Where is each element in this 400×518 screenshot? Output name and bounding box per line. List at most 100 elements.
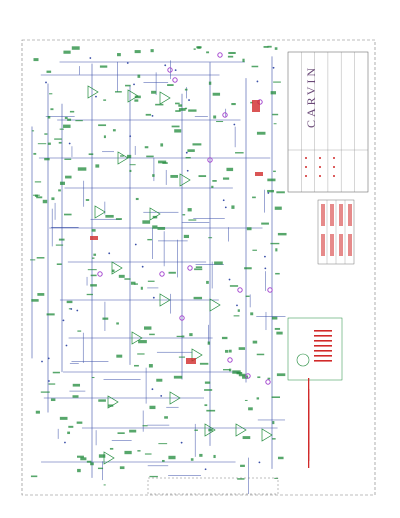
component-label: [93, 253, 97, 256]
highlight-note: [255, 172, 263, 176]
component-label: [272, 438, 276, 440]
component-label: [34, 181, 42, 183]
component-label: [138, 340, 147, 344]
component-label: [42, 199, 48, 204]
component-label: [90, 284, 97, 287]
component-label: [276, 331, 283, 335]
component-label: [235, 152, 244, 154]
junction-dot: [134, 243, 137, 246]
component-label: [173, 375, 183, 379]
component-label: [275, 272, 280, 275]
component-label: [187, 149, 195, 152]
revision-mark: [319, 166, 321, 168]
parts-table-entry: [348, 204, 352, 226]
component-label: [99, 65, 108, 68]
test-point-marker: [159, 271, 165, 277]
component-label: [77, 167, 87, 171]
component-label: [162, 459, 165, 462]
component-label: [31, 299, 39, 302]
component-label: [129, 429, 137, 433]
component-label: [162, 162, 168, 164]
component-label: [192, 143, 202, 146]
component-label: [256, 397, 260, 400]
component-label: [48, 383, 56, 385]
component-label: [108, 404, 114, 407]
junction-dot: [68, 142, 71, 145]
component-label: [109, 447, 114, 450]
component-label: [250, 312, 254, 316]
component-label: [244, 399, 248, 401]
component-label: [147, 238, 152, 241]
component-label: [72, 395, 79, 398]
component-label: [242, 436, 251, 440]
component-label: [157, 226, 166, 230]
component-label: [119, 466, 125, 470]
component-label: [50, 398, 56, 402]
component-label: [130, 281, 136, 285]
component-label: [160, 143, 164, 147]
component-label: [91, 229, 96, 232]
op-amp-symbol: [261, 428, 273, 442]
component-label: [252, 196, 256, 199]
component-label: [59, 128, 64, 130]
component-label: [204, 404, 208, 407]
component-label: [194, 268, 203, 271]
component-label: [114, 91, 122, 93]
component-label: [148, 364, 153, 368]
component-label: [270, 242, 280, 245]
component-label: [231, 205, 235, 209]
component-label: [75, 120, 83, 122]
component-label: [273, 123, 277, 125]
transformer-symbol: [296, 353, 310, 367]
op-amp-symbol: [159, 91, 171, 105]
component-label: [174, 129, 182, 133]
junction-dot: [70, 308, 73, 310]
junction-dot: [164, 64, 167, 67]
junction-dot: [133, 83, 135, 86]
component-label: [167, 84, 174, 86]
component-label: [204, 389, 213, 391]
component-label: [221, 336, 228, 340]
junction-dot: [180, 441, 183, 444]
component-label: [142, 220, 151, 224]
component-label: [36, 257, 45, 259]
component-label: [238, 347, 246, 350]
component-label: [158, 443, 168, 445]
junction-dot: [236, 304, 238, 307]
component-label: [152, 215, 158, 219]
component-label: [212, 92, 221, 96]
junction-dot: [228, 278, 231, 281]
junction-dot: [185, 151, 188, 154]
component-label: [206, 280, 209, 284]
revision-mark: [333, 157, 335, 159]
component-label: [112, 129, 116, 132]
component-label: [115, 218, 122, 220]
component-label: [248, 407, 253, 411]
general-note-line: [308, 442, 310, 468]
supply-note-line: [314, 330, 332, 332]
component-label: [170, 174, 179, 178]
component-label: [256, 131, 266, 135]
component-label: [226, 167, 234, 172]
junction-dot: [95, 95, 97, 98]
component-label: [276, 373, 286, 377]
test-point-marker: [237, 287, 243, 293]
component-label: [188, 109, 197, 112]
junction-dot: [258, 461, 261, 464]
component-label: [152, 225, 158, 229]
component-label: [178, 104, 183, 107]
highlight-note: [252, 100, 260, 112]
component-label: [77, 330, 82, 332]
component-label: [91, 376, 95, 379]
component-label: [155, 103, 164, 106]
junction-dot: [141, 265, 144, 268]
component-label: [52, 371, 60, 374]
revision-mark: [333, 175, 335, 177]
component-label: [64, 158, 72, 160]
test-point-marker: [227, 357, 233, 363]
component-label: [175, 102, 180, 105]
revision-mark: [319, 157, 321, 159]
supply-note-line: [314, 350, 332, 352]
component-label: [63, 124, 71, 128]
component-label: [271, 396, 281, 399]
